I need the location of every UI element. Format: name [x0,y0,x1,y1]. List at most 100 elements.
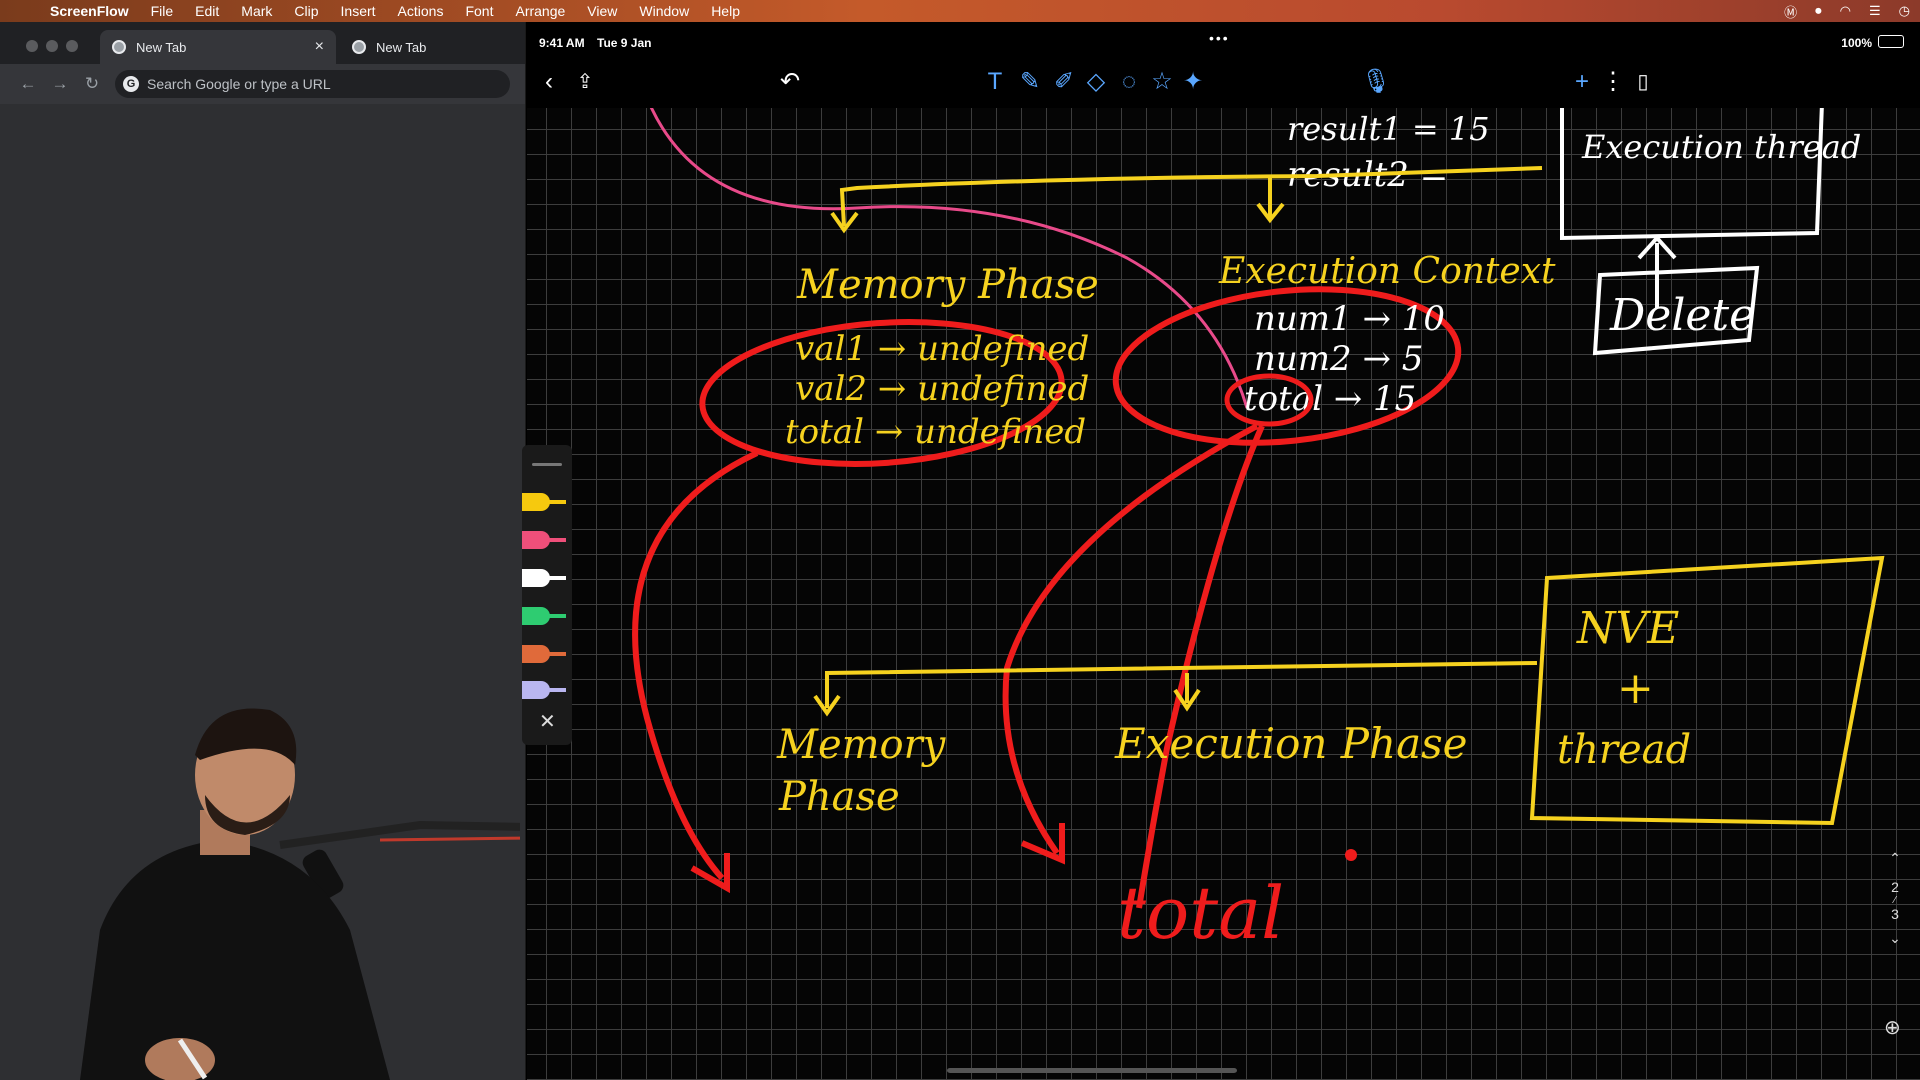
pages-icon[interactable]: ▯ [1629,68,1657,96]
screen-record-icon[interactable]: ⏺ [1815,3,1822,19]
m-icon[interactable]: Ⓜ [1784,2,1797,21]
arrow-to-execution-context [1256,176,1285,224]
control-center-icon[interactable]: ☰ [1869,3,1881,19]
execution-phase-text: Execution Phase [1114,719,1468,768]
red-dot [1345,849,1357,861]
add-page-icon[interactable]: + [1568,68,1596,96]
red-arrow-left [632,450,759,881]
zoom-window-button[interactable] [66,40,78,52]
menu-view[interactable]: View [587,3,617,19]
menu-window[interactable]: Window [639,3,689,19]
page-up-icon[interactable]: ⌃ [1880,850,1910,867]
pen-orange[interactable] [522,645,568,663]
eraser-icon[interactable]: ◇ [1082,68,1110,96]
note-canvas[interactable]: result1 = 15 result2 = Execution thread … [527,108,1920,1080]
thread-text: thread [1557,727,1691,773]
back-icon[interactable]: ‹ [535,68,563,96]
menu-arrange[interactable]: Arrange [515,3,565,19]
delete-text: Delete [1609,290,1755,341]
google-icon: G [123,76,139,92]
pen-palette: ✕ [522,445,572,745]
status-time: 9:41 AM [539,36,585,50]
highlighter-icon[interactable]: ✐ [1050,68,1078,96]
ipad-notes-window: 9:41 AM Tue 9 Jan ••• 100% ‹ ⇪ ↶ T ✎ ✐ ◇… [527,28,1920,1080]
pen-pink[interactable] [522,531,568,549]
address-placeholder: Search Google or type a URL [147,76,331,92]
palette-grip[interactable] [532,463,562,466]
laser-pointer-icon[interactable]: ✦ [1179,68,1207,96]
pen-icon[interactable]: ✎ [1016,68,1044,96]
lower-memory-text-2: Phase [778,774,900,820]
pen-white[interactable] [522,569,568,587]
reload-icon[interactable]: ↻ [82,74,102,94]
pen-lavender[interactable] [522,681,568,699]
shape-icon[interactable]: ☆ [1148,68,1176,96]
chrome-icon [352,40,366,54]
multitasking-dots[interactable]: ••• [1209,30,1230,46]
notes-toolbar: ‹ ⇪ ↶ T ✎ ✐ ◇ ◌ ☆ ✦ 🎙 + ⋮ ▯ [527,56,1920,108]
minimize-window-button[interactable] [46,40,58,52]
clock-icon[interactable]: ◷ [1899,3,1910,19]
nve-box [1529,555,1885,826]
menu-mark[interactable]: Mark [241,3,272,19]
back-arrow-icon[interactable]: ← [18,74,38,94]
menu-actions[interactable]: Actions [398,3,444,19]
tab-label: New Tab [376,39,427,55]
share-icon[interactable]: ⇪ [571,68,599,96]
menu-help[interactable]: Help [711,3,740,19]
microphone-icon[interactable]: 🎙 [1361,68,1391,96]
page-down-icon[interactable]: ⌄ [1880,930,1910,947]
presenter-body [80,840,390,1080]
menu-file[interactable]: File [151,3,174,19]
lasso-icon[interactable]: ◌ [1115,68,1143,96]
total-pages: 3 [1891,906,1899,922]
battery-percent: 100% [1841,36,1872,50]
tab-strip: New Tab × New Tab [0,22,525,64]
current-page: 2 [1891,879,1899,895]
menu-font[interactable]: Font [465,3,493,19]
webcam-presenter [80,708,520,1080]
menu-insert[interactable]: Insert [341,3,376,19]
tab-label: New Tab [136,39,187,55]
status-icons: Ⓜ ⏺ ◠ ☰ ◷ [1784,0,1910,22]
more-icon[interactable]: ⋮ [1599,68,1627,96]
menu-clip[interactable]: Clip [294,3,318,19]
page-separator-icon: ⁄ [1894,895,1896,906]
scroll-indicator[interactable] [947,1068,1237,1073]
nve-text: NVE [1576,603,1679,654]
pen-green[interactable] [522,607,568,625]
address-bar[interactable]: G Search Google or type a URL [115,70,510,98]
undo-icon[interactable]: ↶ [776,68,804,96]
context-row-num1: num1 → 10 [1254,299,1445,339]
plus-text: + [1617,663,1654,714]
battery-icon [1878,35,1904,48]
menu-edit[interactable]: Edit [195,3,219,19]
context-row-num2: num2 → 5 [1254,339,1423,379]
close-tab-icon[interactable]: × [315,38,324,56]
text-tool-icon[interactable]: T [981,68,1009,96]
ipad-status-bar: 9:41 AM Tue 9 Jan ••• 100% [527,28,1920,56]
result1-text: result1 = 15 [1287,110,1490,148]
memory-row-val2: val2 → undefined [795,369,1089,409]
mic-cable [379,836,520,842]
tab-new-tab-2[interactable]: New Tab [340,30,520,64]
handwritten-diagram: result1 = 15 result2 = Execution thread … [632,108,1885,1073]
total-red-text: total [1117,871,1284,955]
pen-yellow[interactable] [522,493,568,511]
memory-row-val1: val1 → undefined [795,329,1089,369]
menu-app-name[interactable]: ScreenFlow [50,3,129,19]
wifi-icon[interactable]: ◠ [1840,3,1851,19]
forward-arrow-icon[interactable]: → [50,74,70,94]
red-arrow-middle [1002,423,1259,855]
lower-memory-text-1: Memory [776,722,947,768]
status-date: Tue 9 Jan [597,36,652,50]
zoom-icon[interactable]: ⊕ [1884,1015,1901,1040]
context-row-total: total → 15 [1244,379,1416,419]
close-window-button[interactable] [26,40,38,52]
tab-new-tab-1[interactable]: New Tab × [100,30,336,64]
close-palette-icon[interactable]: ✕ [539,709,556,734]
execution-context-title: Execution Context [1218,251,1556,292]
chrome-icon [112,40,126,54]
execution-thread-text: Execution thread [1581,128,1861,166]
memory-phase-title: Memory Phase [796,262,1099,308]
